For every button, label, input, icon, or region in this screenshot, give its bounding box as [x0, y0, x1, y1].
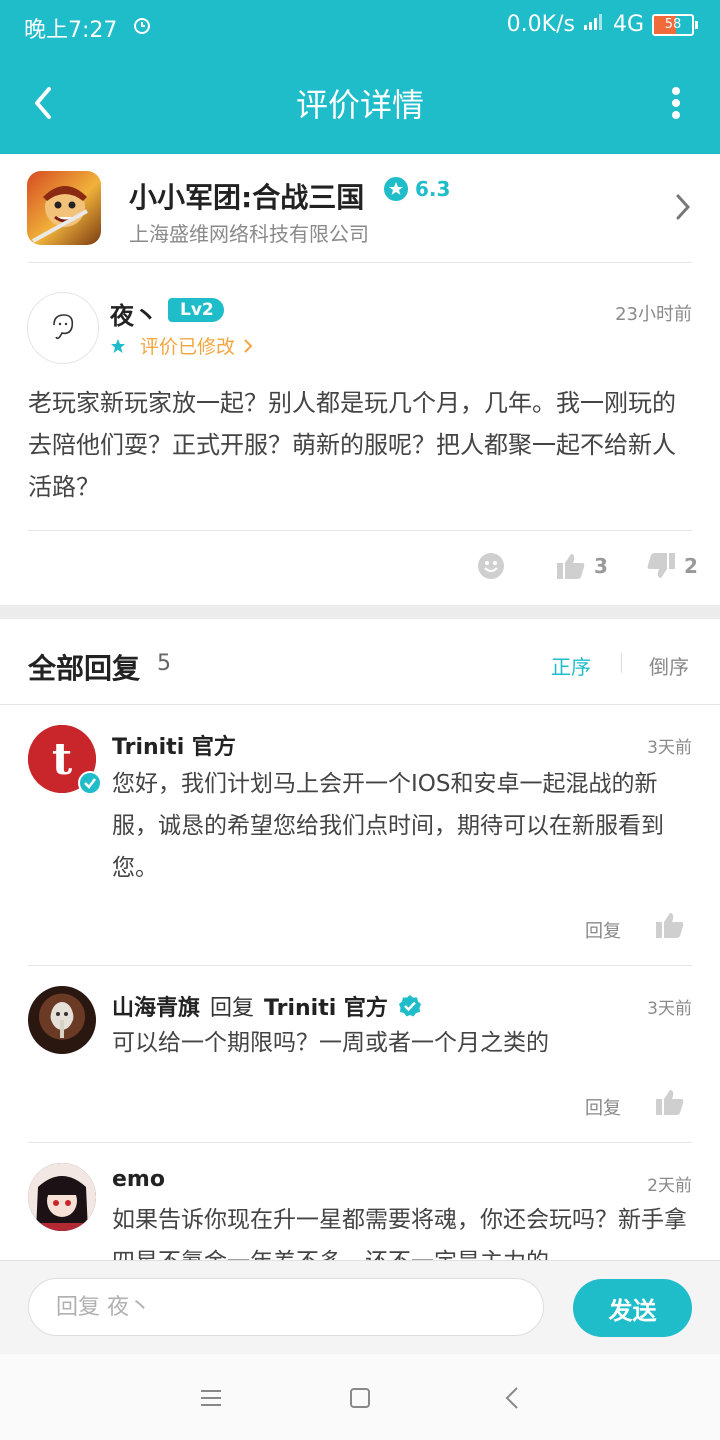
battery-icon: 58 — [652, 13, 698, 36]
title-bar: 评价详情 — [0, 52, 720, 154]
sort-separator — [621, 653, 622, 673]
status-time: 晚上7:27 — [24, 18, 118, 43]
reply-text: 如果告诉你现在升一星都需要将魂，你还会玩吗？新手拿四星不氪金一年差不多，还不一定… — [112, 1207, 687, 1260]
star-icon — [111, 338, 125, 353]
status-bar: 晚上7:27 0.0K/s 4G 58 — [0, 0, 720, 52]
reply-time: 3天前 — [647, 738, 692, 758]
replies-title: 全部回复 — [28, 652, 141, 685]
emoji-react-button[interactable] — [477, 552, 505, 580]
section-separator — [0, 605, 720, 619]
battery-level: 58 — [652, 13, 694, 36]
dislike-button[interactable]: 2 — [646, 552, 698, 580]
chevron-right-icon — [244, 338, 253, 353]
reply-like-button[interactable] — [655, 911, 685, 943]
home-nav-button[interactable] — [344, 1382, 376, 1414]
review-user-name[interactable]: 夜丶 — [110, 296, 158, 331]
thumbs-up-icon — [557, 554, 585, 579]
dislike-count: 2 — [684, 554, 698, 578]
user-name: emo — [112, 1167, 165, 1192]
app-name: 小小军团:合战三国 — [129, 181, 365, 214]
doodle-avatar-icon — [53, 314, 74, 340]
reply-item: t Triniti 官方 3天前 您好，我们计划马上会开一个IOS和安卓一起混战… — [0, 705, 720, 965]
reply-text: 可以给一个期限吗？一周或者一个月之类的 — [112, 1030, 549, 1056]
reply-time: 3天前 — [647, 999, 692, 1019]
verified-icon — [78, 771, 102, 795]
sort-ascending-button[interactable]: 正序 — [551, 651, 591, 680]
replies-header: 全部回复 5 正序 倒序 — [0, 619, 720, 705]
app-info-row[interactable]: 小小军团:合战三国 6.3 上海盛维网络科技有限公司 — [0, 154, 720, 264]
replies-count: 5 — [157, 651, 171, 676]
reply-user-name[interactable]: Triniti 官方 — [112, 729, 236, 761]
app-developer: 上海盛维网络科技有限公司 — [129, 222, 369, 246]
review-text: 老玩家新玩家放一起？别人都是玩几个月，几年。我一刚玩的去陪他们耍？正式开服？萌新… — [28, 389, 676, 501]
reply-composer: 发送 — [0, 1260, 720, 1355]
home-square-icon — [350, 1388, 370, 1408]
reply-input[interactable] — [28, 1278, 544, 1336]
menu-icon — [201, 1390, 221, 1406]
thumbs-up-icon — [656, 913, 684, 938]
sort-descending-button[interactable]: 倒序 — [649, 651, 689, 680]
menu-nav-button[interactable] — [195, 1382, 227, 1414]
smiley-icon — [478, 553, 504, 579]
send-button[interactable]: 发送 — [573, 1279, 692, 1337]
star-badge-icon — [384, 177, 408, 201]
app-icon — [27, 171, 101, 245]
thumbs-down-icon — [647, 553, 675, 578]
back-triangle-icon — [505, 1387, 518, 1409]
alarm-icon — [132, 15, 152, 39]
reply-time: 2天前 — [647, 1176, 692, 1196]
verified-icon — [398, 995, 421, 1017]
like-button[interactable]: 3 — [556, 552, 608, 580]
app-rating: 6.3 — [383, 176, 450, 202]
back-nav-button[interactable] — [496, 1382, 528, 1414]
avatar[interactable] — [28, 986, 96, 1054]
review-time: 23小时前 — [615, 304, 692, 325]
divider — [28, 530, 692, 531]
reply-user-name[interactable]: 山海青旗 回复 Triniti 官方 — [112, 990, 422, 1022]
reply-like-button[interactable] — [655, 1088, 685, 1120]
system-nav-bar — [0, 1354, 720, 1440]
signal-icon — [583, 12, 605, 37]
reply-user-name[interactable]: emo — [112, 1167, 165, 1192]
level-badge: Lv2 — [168, 298, 224, 322]
modified-label: 评价已修改 — [140, 336, 236, 358]
page-title: 评价详情 — [295, 86, 424, 124]
reply-target-name[interactable]: Triniti 官方 — [264, 990, 388, 1022]
avatar[interactable] — [27, 292, 99, 364]
network-speed: 0.0K/s — [506, 12, 575, 37]
reply-text: 您好，我们计划马上会开一个IOS和安卓一起混战的新服，诚恳的希望您给我们点时间，… — [112, 771, 664, 881]
reply-button[interactable]: 回复 — [585, 917, 621, 943]
chevron-right-icon — [676, 194, 691, 224]
divider — [28, 262, 692, 263]
reply-button[interactable]: 回复 — [585, 1094, 621, 1120]
user-name: 山海青旗 — [112, 996, 201, 1021]
avatar[interactable]: t — [28, 725, 102, 795]
like-count: 3 — [594, 554, 608, 578]
user-name: Triniti 官方 — [112, 735, 236, 760]
status-right: 0.0K/s 4G 58 — [507, 12, 698, 37]
reply-word: 回复 — [210, 996, 255, 1021]
review-modified-link[interactable]: 评价已修改 — [110, 332, 253, 359]
masked-figure-avatar — [51, 1002, 73, 1038]
more-vertical-icon — [672, 87, 680, 119]
reply-item: emo 2天前 如果告诉你现在升一星都需要将魂，你还会玩吗？新手拿四星不氪金一年… — [0, 1143, 720, 1260]
anime-girl-avatar — [28, 1163, 96, 1231]
thumbs-up-icon — [656, 1090, 684, 1115]
avatar[interactable] — [28, 1163, 96, 1231]
rating-value: 6.3 — [415, 177, 451, 201]
network-type: 4G — [612, 12, 644, 37]
more-button[interactable] — [656, 80, 696, 126]
review-actions: 3 2 — [0, 552, 720, 592]
reply-item: 山海青旗 回复 Triniti 官方 3天前 可以给一个期限吗？一周或者一个月之… — [0, 966, 720, 1142]
